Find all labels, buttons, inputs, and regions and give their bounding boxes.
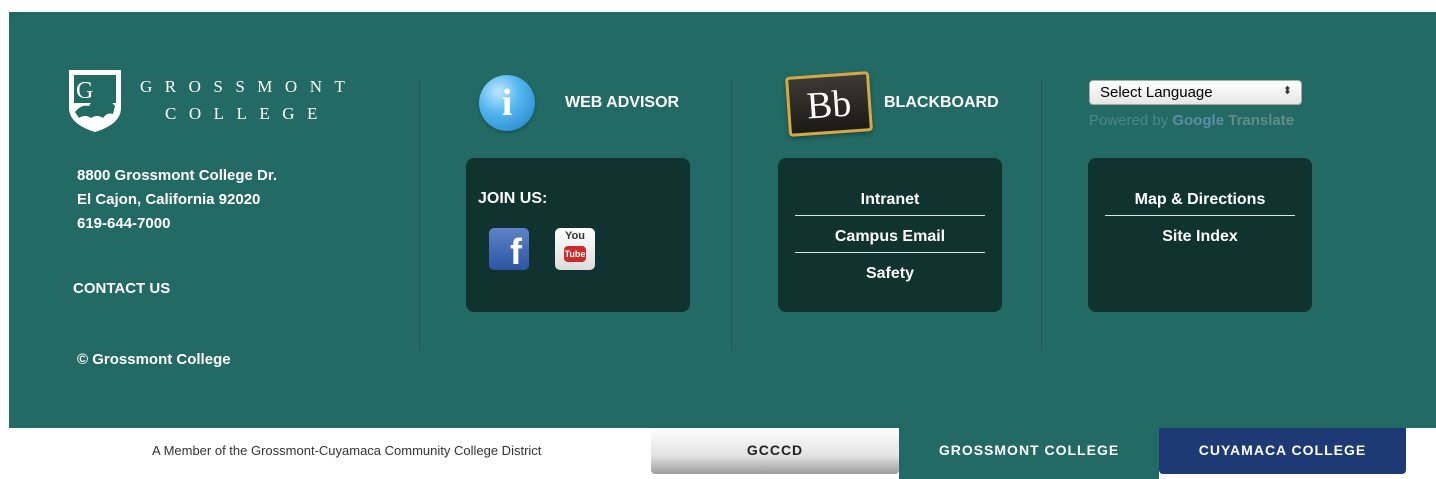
powered-by-google-translate[interactable]: Powered by Google Translate <box>1089 112 1294 129</box>
svg-text:G: G <box>76 78 93 104</box>
address-city: El Cajon, California 92020 <box>77 191 261 208</box>
tab-cuyamaca-college[interactable]: CUYAMACA COLLEGE <box>1159 428 1406 474</box>
youtube-icon[interactable]: You Tube <box>555 228 595 270</box>
select-arrows-icon: ⬍ <box>1282 85 1292 97</box>
web-advisor-link[interactable]: WEB ADVISOR <box>565 94 679 112</box>
column-divider <box>731 80 734 350</box>
tab-grossmont-college[interactable]: GROSSMONT COLLEGE <box>899 428 1159 479</box>
join-us-label: JOIN US: <box>478 190 548 207</box>
language-select[interactable]: Select Language ⬍ <box>1089 80 1302 105</box>
safety-link[interactable]: Safety <box>795 253 985 290</box>
facebook-icon[interactable]: f <box>489 228 529 270</box>
info-icon[interactable]: i <box>479 75 535 131</box>
phone-number: 619-644-7000 <box>77 215 171 232</box>
google-logo: Google <box>1172 112 1225 129</box>
blackboard-link[interactable]: BLACKBOARD <box>884 94 999 112</box>
tab-gcccd[interactable]: GCCCD <box>651 428 899 474</box>
resources-links: Intranet Campus Email Safety <box>795 179 985 290</box>
logo-name-line2: COLLEGE <box>165 104 330 123</box>
column-divider <box>419 80 422 350</box>
site-footer: G GROSSMONT COLLEGE 8800 Grossmont Colle… <box>9 12 1436 428</box>
shield-logo-icon: G <box>69 70 121 132</box>
college-logo[interactable]: G GROSSMONT COLLEGE <box>67 68 377 138</box>
logo-name-line1: GROSSMONT <box>140 77 358 96</box>
map-directions-link[interactable]: Map & Directions <box>1105 179 1295 216</box>
district-member-text: A Member of the Grossmont-Cuyamaca Commu… <box>152 443 542 458</box>
social-box: JOIN US: f You Tube <box>466 158 690 312</box>
column-divider <box>1041 80 1044 350</box>
campus-address: 8800 Grossmont College Dr. El Cajon, Cal… <box>77 164 277 236</box>
site-index-link[interactable]: Site Index <box>1105 216 1295 253</box>
address-street: 8800 Grossmont College Dr. <box>77 167 278 184</box>
contact-us-link[interactable]: CONTACT US <box>73 280 170 297</box>
language-select-value: Select Language <box>1100 84 1213 101</box>
blackboard-icon[interactable]: Bb <box>785 71 873 137</box>
navigation-links: Map & Directions Site Index <box>1105 179 1295 253</box>
campus-email-link[interactable]: Campus Email <box>795 216 985 253</box>
navigation-box: Map & Directions Site Index <box>1088 158 1312 312</box>
copyright-text: © Grossmont College <box>77 351 231 368</box>
resources-box: Intranet Campus Email Safety <box>778 158 1002 312</box>
intranet-link[interactable]: Intranet <box>795 179 985 216</box>
